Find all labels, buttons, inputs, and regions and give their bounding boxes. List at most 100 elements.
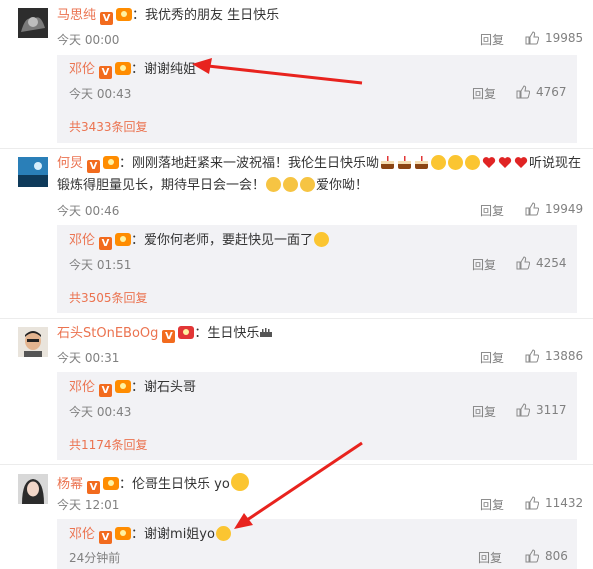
comment-text: 爱你呦！ bbox=[316, 178, 369, 193]
reply-button[interactable]: 回复 bbox=[480, 349, 504, 366]
vip-icon bbox=[178, 326, 195, 339]
like-button[interactable]: 19985 bbox=[525, 31, 583, 45]
more-replies-link[interactable]: 共3505条回复 bbox=[69, 289, 148, 306]
colon: ： bbox=[131, 62, 145, 77]
reply-time: 今天 00:43 bbox=[69, 405, 132, 419]
hands-emoji-icon bbox=[283, 177, 299, 192]
vip-icon bbox=[115, 62, 132, 75]
comment-time: 今天 12:01 bbox=[57, 498, 120, 512]
vip-icon bbox=[103, 156, 120, 169]
like-button[interactable]: 3117 bbox=[516, 403, 567, 417]
avatar-image bbox=[18, 474, 48, 504]
grin-emoji-icon bbox=[215, 526, 231, 541]
colon: ： bbox=[131, 380, 145, 395]
comment-line: 锻炼得胆量见长，期待早日会一会！ 爱你呦！ bbox=[57, 176, 368, 196]
heart-emoji-icon bbox=[482, 157, 496, 168]
thumbs-up-icon bbox=[516, 256, 531, 270]
reply-button[interactable]: 回复 bbox=[472, 85, 496, 102]
like-button[interactable]: 13886 bbox=[525, 349, 583, 363]
comment-time: 今天 00:31 bbox=[57, 351, 120, 365]
reply-button[interactable]: 回复 bbox=[480, 202, 504, 219]
vip-icon bbox=[116, 8, 133, 21]
vip-icon bbox=[115, 380, 132, 393]
avatar[interactable] bbox=[18, 8, 48, 38]
reply-text: 谢谢mi姐yo bbox=[144, 527, 215, 542]
reply-line: 邓伦 V ：谢谢纯姐 bbox=[69, 61, 196, 79]
reply-button[interactable]: 回复 bbox=[478, 549, 502, 566]
reply-author[interactable]: 邓伦 bbox=[69, 527, 95, 542]
reply-button[interactable]: 回复 bbox=[472, 403, 496, 420]
cake-emoji-icon bbox=[398, 156, 412, 169]
avatar[interactable] bbox=[18, 327, 48, 357]
reply-button[interactable]: 回复 bbox=[480, 496, 504, 513]
smile-emoji-icon bbox=[448, 155, 464, 170]
thumbs-up-icon bbox=[525, 496, 540, 510]
smile-emoji-icon bbox=[465, 155, 481, 170]
avatar[interactable] bbox=[18, 474, 48, 504]
comment-author[interactable]: 石头StOnEBoOg bbox=[57, 326, 158, 341]
verified-badge-icon: V bbox=[99, 531, 113, 544]
thumbs-up-icon bbox=[525, 202, 540, 216]
avatar-image bbox=[18, 8, 48, 38]
vip-icon bbox=[115, 527, 132, 540]
like-button[interactable]: 11432 bbox=[525, 496, 583, 510]
thumbs-up-icon bbox=[525, 31, 540, 45]
reply-time: 24分钟前 bbox=[69, 551, 121, 565]
verified-badge-icon: V bbox=[99, 384, 113, 397]
comment-line: 何炅 V ：刚刚落地赶紧来一波祝福！我伦生日快乐呦 听说现在 bbox=[57, 155, 581, 173]
reply-button[interactable]: 回复 bbox=[472, 256, 496, 273]
comment-time: 今天 00:00 bbox=[57, 33, 120, 47]
reply-author[interactable]: 邓伦 bbox=[69, 233, 95, 248]
reply-text: 谢石头哥 bbox=[144, 380, 197, 395]
colon: ： bbox=[119, 156, 133, 171]
avatar-image bbox=[18, 157, 48, 187]
reply-text: 爱你何老师，要赶快见一面了 bbox=[144, 233, 314, 248]
heart-emoji-icon bbox=[498, 157, 512, 168]
reply-line: 邓伦 V ：谢谢mi姐yo bbox=[69, 526, 232, 544]
like-button[interactable]: 19949 bbox=[525, 202, 583, 216]
surprised-emoji-icon bbox=[230, 473, 249, 491]
comment-line: 石头StOnEBoOg V ：生日快乐 bbox=[57, 325, 273, 343]
reply-button[interactable]: 回复 bbox=[480, 31, 504, 48]
cake-icon bbox=[260, 328, 273, 337]
divider bbox=[0, 148, 593, 149]
like-button[interactable]: 4254 bbox=[516, 256, 567, 270]
like-count: 11432 bbox=[545, 496, 584, 510]
like-button[interactable]: 806 bbox=[525, 549, 568, 563]
comment-text: 刚刚落地赶紧来一波祝福！我伦生日快乐呦 bbox=[132, 156, 380, 171]
reply-line: 邓伦 V ：谢石头哥 bbox=[69, 379, 196, 397]
comment-author[interactable]: 杨幂 bbox=[57, 477, 83, 492]
comment-author[interactable]: 马思纯 bbox=[57, 8, 96, 23]
reply-author[interactable]: 邓伦 bbox=[69, 62, 95, 77]
comment-text: 我优秀的朋友 生日快乐 bbox=[145, 8, 280, 23]
hands-emoji-icon bbox=[266, 177, 282, 192]
heart-emoji-icon bbox=[514, 157, 528, 168]
comment-text: 锻炼得胆量见长，期待早日会一会！ bbox=[57, 178, 266, 193]
comment-text: 生日快乐 bbox=[207, 326, 260, 341]
grin-emoji-icon bbox=[314, 232, 330, 247]
like-count: 4254 bbox=[536, 256, 567, 270]
smile-emoji-icon bbox=[431, 155, 447, 170]
like-count: 19985 bbox=[545, 31, 584, 45]
reply-line: 邓伦 V ：爱你何老师，要赶快见一面了 bbox=[69, 232, 330, 250]
verified-badge-icon: V bbox=[87, 481, 101, 494]
like-count: 4767 bbox=[536, 85, 567, 99]
like-count: 13886 bbox=[545, 349, 584, 363]
reply-author[interactable]: 邓伦 bbox=[69, 380, 95, 395]
more-replies-link[interactable]: 共1174条回复 bbox=[69, 436, 148, 453]
comment-text: 伦哥生日快乐 yo bbox=[132, 477, 230, 492]
more-replies-link[interactable]: 共3433条回复 bbox=[69, 118, 148, 135]
avatar[interactable] bbox=[18, 157, 48, 187]
verified-badge-icon: V bbox=[87, 160, 101, 173]
vip-icon bbox=[115, 233, 132, 246]
thumbs-up-icon bbox=[525, 549, 540, 563]
like-count: 19949 bbox=[545, 202, 584, 216]
like-button[interactable]: 4767 bbox=[516, 85, 567, 99]
reply-text: 谢谢纯姐 bbox=[144, 62, 197, 77]
verified-badge-icon: V bbox=[99, 66, 113, 79]
comment-text: 听说现在 bbox=[529, 156, 582, 171]
comment-author[interactable]: 何炅 bbox=[57, 156, 83, 171]
thumbs-up-icon bbox=[525, 349, 540, 363]
reply-time: 今天 00:43 bbox=[69, 87, 132, 101]
avatar-image bbox=[18, 327, 48, 357]
